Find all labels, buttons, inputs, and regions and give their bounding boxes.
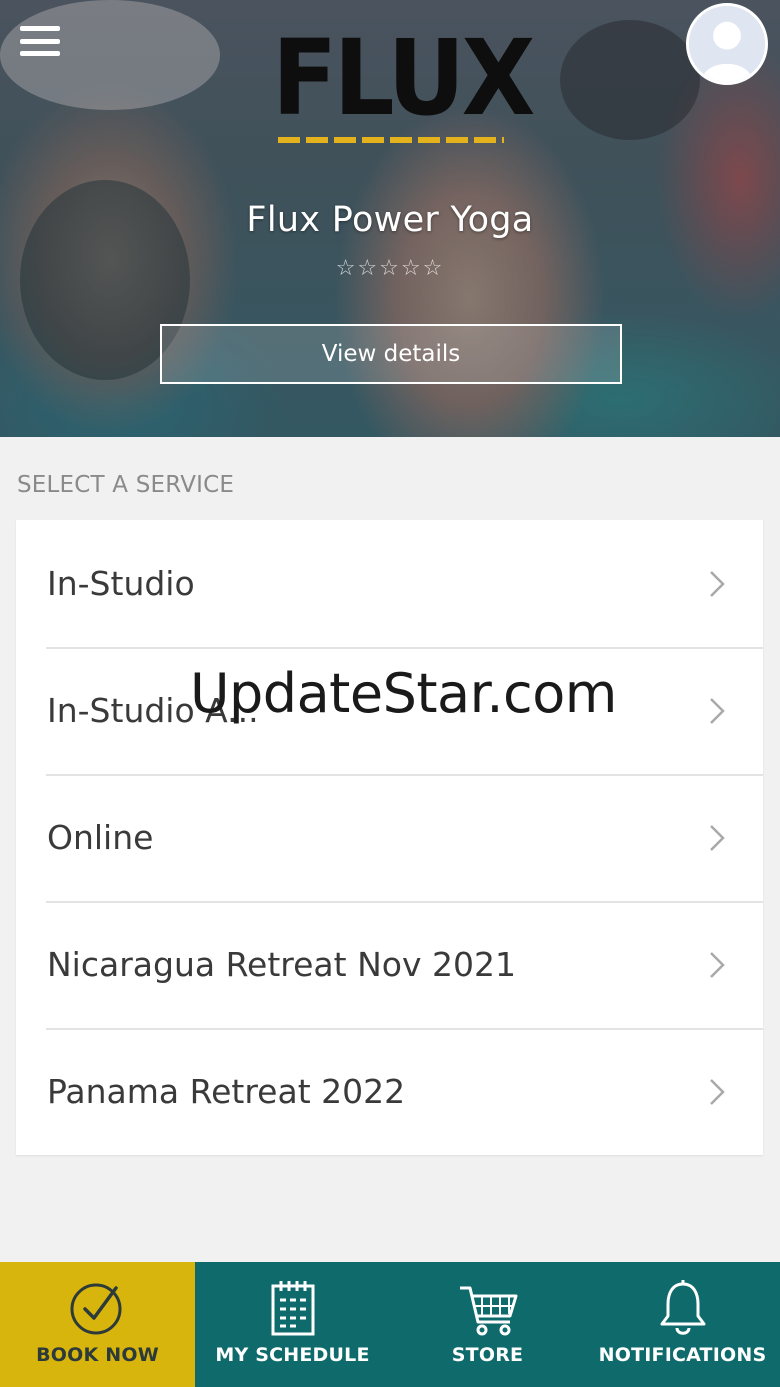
bottom-nav: BOOK NOW MY SCHEDULE STORE NOTIFICATIONS [0,1262,780,1387]
chevron-right-icon [710,824,725,851]
chevron-right-icon [710,697,725,724]
nav-book-now[interactable]: BOOK NOW [0,1262,195,1387]
nav-my-schedule[interactable]: MY SCHEDULE [195,1262,390,1387]
check-circle-icon [70,1283,121,1335]
chevron-right-icon [710,1078,725,1105]
nav-store[interactable]: STORE [390,1262,585,1387]
menu-button[interactable] [20,22,60,60]
logo-text: FLUX [272,17,535,139]
chevron-right-icon [710,951,725,978]
section-label: SELECT A SERVICE [17,472,235,498]
hamburger-menu-icon [20,26,60,31]
service-list: In-Studio In-Studio A... Online Nicaragu… [16,520,763,1155]
nav-label: NOTIFICATIONS [598,1344,767,1366]
nav-label: BOOK NOW [36,1344,159,1366]
studio-name: Flux Power Yoga [246,200,534,240]
service-label: In-Studio [47,564,195,603]
service-label: Nicaragua Retreat Nov 2021 [47,945,516,984]
service-item-nicaragua-retreat[interactable]: Nicaragua Retreat Nov 2021 [16,901,763,1028]
view-details-button[interactable]: View details [160,324,622,384]
service-item-online[interactable]: Online [16,774,763,901]
service-item-in-studio[interactable]: In-Studio [16,520,763,647]
service-item-in-studio-alt[interactable]: In-Studio A... [16,647,763,774]
bell-icon [660,1280,705,1335]
nav-notifications[interactable]: NOTIFICATIONS [585,1262,780,1387]
chevron-right-icon [710,570,725,597]
calendar-icon [271,1281,314,1336]
nav-label: MY SCHEDULE [215,1344,370,1366]
nav-label: STORE [451,1344,524,1366]
profile-avatar-button[interactable] [686,3,768,85]
studio-hero: FLUX Flux Power Yoga ☆☆☆☆☆ View details [0,0,780,437]
hero-photo-detail [560,20,700,140]
logo-accent-stripe [278,137,504,143]
service-label: Online [47,818,154,857]
service-item-panama-retreat[interactable]: Panama Retreat 2022 [16,1028,763,1155]
service-label: Panama Retreat 2022 [47,1072,406,1111]
star-rating: ☆☆☆☆☆ [335,256,445,281]
cart-icon [459,1286,517,1336]
service-label: In-Studio A... [47,691,259,730]
studio-logo: FLUX [272,17,535,144]
user-avatar-icon [689,6,765,82]
